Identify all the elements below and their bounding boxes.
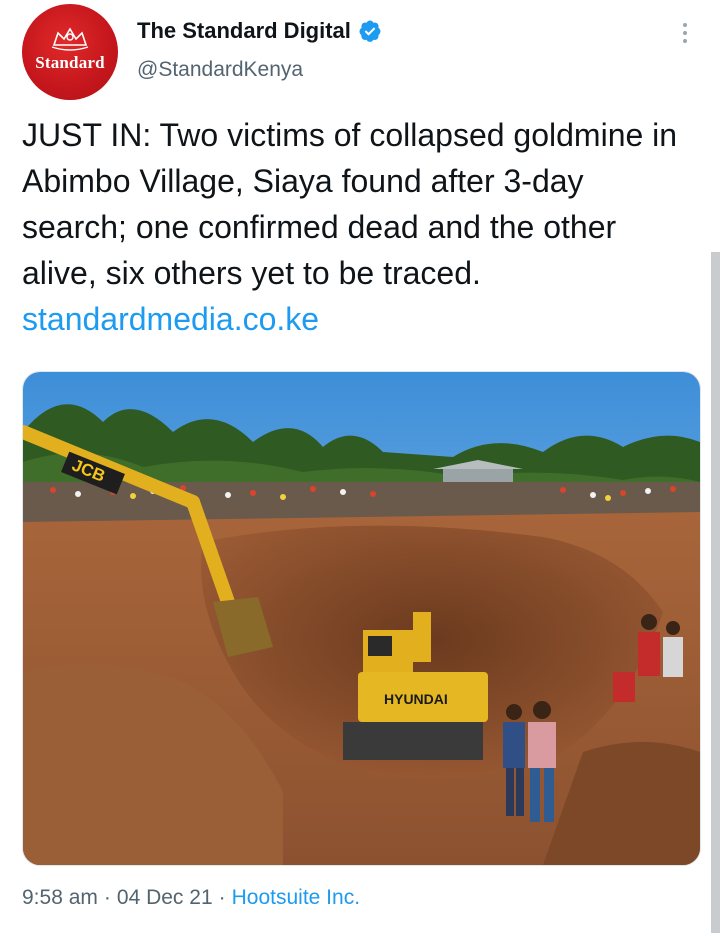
tweet-source[interactable]: Hootsuite Inc. <box>232 886 360 910</box>
meta-separator: · <box>103 886 111 909</box>
tweet-body: JUST IN: Two victims of collapsed goldmi… <box>22 117 678 291</box>
hyundai-label: HYUNDAI <box>384 691 448 707</box>
avatar-brand-text: Standard <box>35 53 105 72</box>
tweet-time[interactable]: 9:58 am <box>22 886 98 910</box>
tweet-link[interactable]: standardmedia.co.ke <box>22 301 319 337</box>
author-avatar[interactable]: Standard <box>22 4 118 100</box>
tweet-text: JUST IN: Two victims of collapsed goldmi… <box>22 112 692 342</box>
display-name[interactable]: The Standard Digital <box>137 18 351 44</box>
verified-badge-icon <box>359 20 381 42</box>
tweet-date[interactable]: 04 Dec 21 <box>117 886 213 910</box>
scrollbar[interactable] <box>711 252 720 933</box>
meta-separator: · <box>218 886 226 909</box>
author-handle[interactable]: @StandardKenya <box>137 58 303 82</box>
tweet-photo[interactable]: JCB HYUNDAI <box>22 371 701 866</box>
more-options-icon[interactable] <box>674 18 696 48</box>
author-name-row: The Standard Digital <box>137 18 382 44</box>
goldmine-photo: JCB HYUNDAI <box>23 372 700 865</box>
crest-icon <box>51 27 89 51</box>
tweet-meta: 9:58 am · 04 Dec 21 · Hootsuite Inc. <box>22 886 360 910</box>
